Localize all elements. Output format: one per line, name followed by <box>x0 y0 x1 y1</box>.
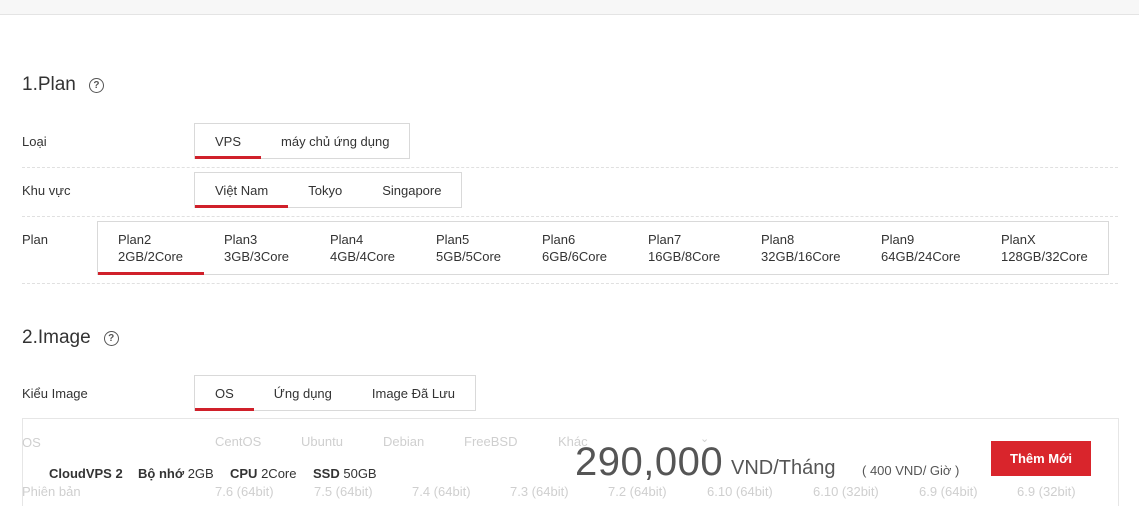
version-option[interactable]: 7.4 (64bit) <box>412 484 471 499</box>
version-option[interactable]: 6.9 (32bit) <box>1017 484 1076 499</box>
ssd-label: SSD <box>313 466 340 481</box>
divider <box>22 216 1118 217</box>
region-option-singapore[interactable]: Singapore <box>362 173 461 207</box>
loai-label: Loại <box>22 134 47 149</box>
plan-group: Plan2 2GB/2Core Plan3 3GB/3Core Plan4 4G… <box>97 221 1109 275</box>
version-option[interactable]: 6.10 (64bit) <box>707 484 773 499</box>
plan-option-plan2[interactable]: Plan2 2GB/2Core <box>98 222 204 275</box>
summary-ssd: SSD 50GB <box>313 466 377 481</box>
loai-option-app-server[interactable]: máy chủ ứng dụng <box>261 124 409 158</box>
plan-option-plan3[interactable]: Plan3 3GB/3Core <box>204 222 310 274</box>
plan-name: PlanX <box>1001 232 1036 247</box>
os-option-centos[interactable]: CentOS <box>215 434 261 449</box>
top-bar <box>0 0 1139 15</box>
loai-group: VPS máy chủ ứng dụng <box>194 123 411 159</box>
divider <box>22 167 1118 168</box>
plan-name: Plan8 <box>761 232 795 247</box>
section-title-text: 2.Image <box>22 327 91 348</box>
summary-memory: Bộ nhớ 2GB <box>138 466 214 481</box>
region-option-tokyo[interactable]: Tokyo <box>288 173 362 207</box>
plan-name: Plan4 <box>330 232 364 247</box>
summary-cpu: CPU 2Core <box>230 466 297 481</box>
region-option-vietnam[interactable]: Việt Nam <box>195 173 289 208</box>
plan-option-plan5[interactable]: Plan5 5GB/5Core <box>416 222 522 274</box>
price-value: 290,000 <box>575 440 724 484</box>
khu-vuc-group: Việt Nam Tokyo Singapore <box>194 172 463 208</box>
image-type-option-app[interactable]: Ứng dụng <box>254 376 352 410</box>
plan-spec: 4GB/4Core <box>330 249 396 264</box>
plan-option-plan6[interactable]: Plan6 6GB/6Core <box>522 222 628 274</box>
os-option-ubuntu[interactable]: Ubuntu <box>301 434 343 449</box>
section-title-plan: 1.Plan ? <box>22 74 104 96</box>
plan-spec: 128GB/32Core <box>1001 249 1088 264</box>
version-option[interactable]: 6.9 (64bit) <box>919 484 978 499</box>
add-new-button[interactable]: Thêm Mới <box>991 441 1091 476</box>
kieu-image-label: Kiểu Image <box>22 386 88 401</box>
section-title-image: 2.Image ? <box>22 327 119 349</box>
os-option-debian[interactable]: Debian <box>383 434 424 449</box>
version-label: Phiên bản <box>22 484 81 499</box>
plan-spec: 64GB/24Core <box>881 249 961 264</box>
plan-name: Plan6 <box>542 232 576 247</box>
image-type-option-saved[interactable]: Image Đã Lưu <box>352 376 475 410</box>
plan-spec: 6GB/6Core <box>542 249 608 264</box>
image-type-option-os[interactable]: OS <box>195 376 254 411</box>
ssd-value: 50GB <box>343 466 377 481</box>
price-unit: VND/Tháng <box>731 457 836 479</box>
version-option[interactable]: 7.2 (64bit) <box>608 484 667 499</box>
version-option[interactable]: 7.3 (64bit) <box>510 484 569 499</box>
plan-name: Plan2 <box>118 232 152 247</box>
cpu-label: CPU <box>230 466 258 481</box>
plan-name: Plan3 <box>224 232 258 247</box>
divider <box>22 283 1118 284</box>
os-label: OS <box>22 435 41 450</box>
kieu-image-group: OS Ứng dụng Image Đã Lưu <box>194 375 477 411</box>
memory-value: 2GB <box>187 466 214 481</box>
plan-name: Plan7 <box>648 232 682 247</box>
version-option[interactable]: 6.10 (32bit) <box>813 484 879 499</box>
loai-option-vps[interactable]: VPS <box>195 124 262 159</box>
version-option[interactable]: 7.5 (64bit) <box>314 484 373 499</box>
memory-label: Bộ nhớ <box>138 466 185 481</box>
plan-option-plan7[interactable]: Plan7 16GB/8Core <box>628 222 741 274</box>
plan-spec: 5GB/5Core <box>436 249 502 264</box>
khu-vuc-label: Khu vực <box>22 183 71 198</box>
plan-name: Plan5 <box>436 232 470 247</box>
plan-spec: 32GB/16Core <box>761 249 841 264</box>
plan-option-plan8[interactable]: Plan8 32GB/16Core <box>741 222 861 274</box>
section-title-text: 1.Plan <box>22 74 76 95</box>
plan-option-plan9[interactable]: Plan9 64GB/24Core <box>861 222 981 274</box>
plan-name: Plan9 <box>881 232 915 247</box>
plan-option-planx[interactable]: PlanX 128GB/32Core <box>981 222 1108 274</box>
help-icon[interactable]: ? <box>103 330 119 346</box>
version-option[interactable]: 7.6 (64bit) <box>215 484 274 499</box>
plan-option-plan4[interactable]: Plan4 4GB/4Core <box>310 222 416 274</box>
os-option-freebsd[interactable]: FreeBSD <box>464 434 517 449</box>
plan-label: Plan <box>22 232 49 247</box>
plan-spec: 2GB/2Core <box>118 249 184 264</box>
help-icon[interactable]: ? <box>88 77 104 93</box>
cpu-value: 2Core <box>261 466 297 481</box>
plan-spec: 16GB/8Core <box>648 249 721 264</box>
summary-plan-name: CloudVPS 2 <box>49 466 123 481</box>
price-per-hour: ( 400 VND/ Giờ ) <box>862 463 960 478</box>
plan-spec: 3GB/3Core <box>224 249 290 264</box>
